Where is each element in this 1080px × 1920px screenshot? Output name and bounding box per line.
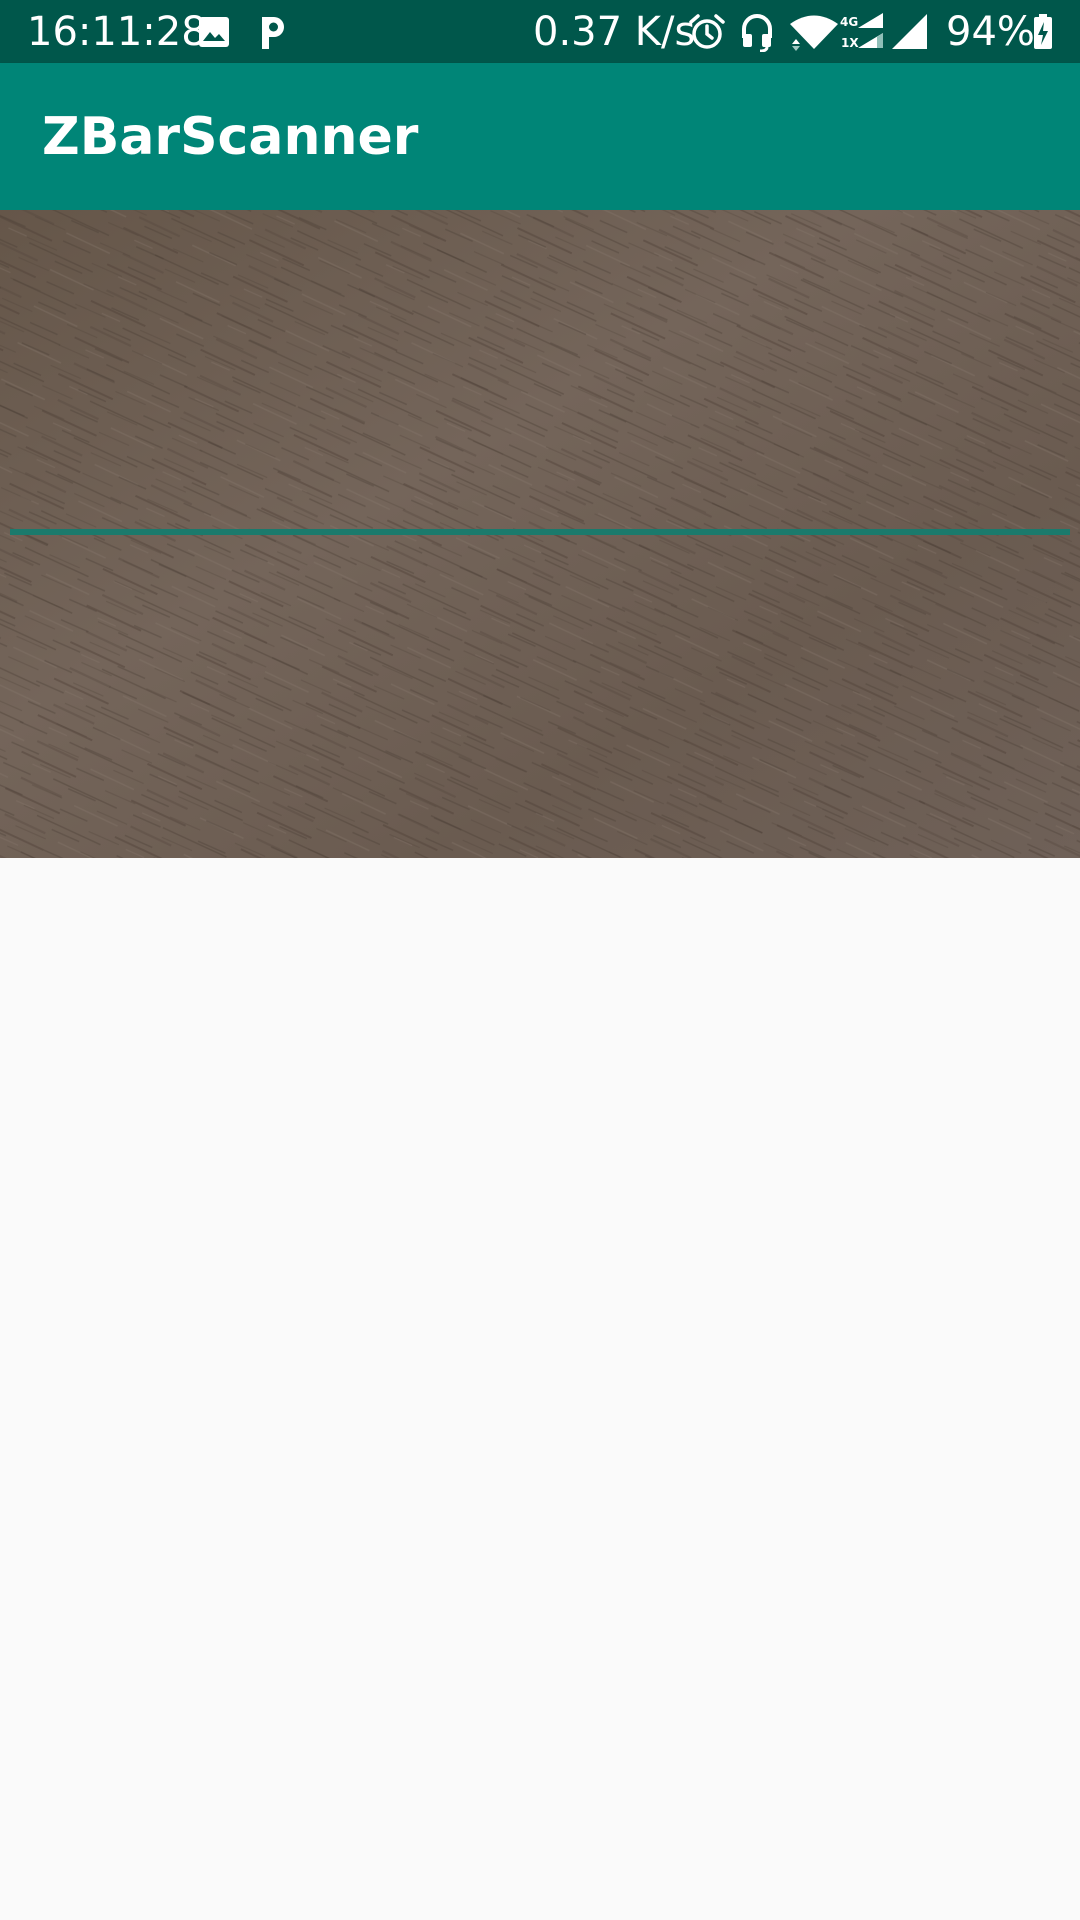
wifi-icon [790,15,838,51]
p-app-icon [262,17,284,49]
alarm-icon [689,14,725,49]
image-icon [199,17,229,47]
app-bar: ZBarScanner [0,63,1080,210]
content-area [0,858,1080,1920]
signal-icon [892,14,927,49]
network-4g-label: 4G [840,15,859,29]
app-title: ZBarScanner [42,107,419,167]
camera-preview[interactable] [0,210,1080,858]
net-speed: 0.37 K/s [533,9,696,55]
signal-small-icon [858,13,883,48]
battery-percent: 94% [946,9,1035,55]
battery-charging-icon [1034,14,1052,49]
scan-line [10,529,1070,535]
headset-icon [742,14,772,52]
network-1x-label: 1X [841,36,859,50]
status-bar: 16:11:28 0.37 K/s 4G 1X 94% [0,0,1080,63]
status-time: 16:11:28 [27,9,207,55]
